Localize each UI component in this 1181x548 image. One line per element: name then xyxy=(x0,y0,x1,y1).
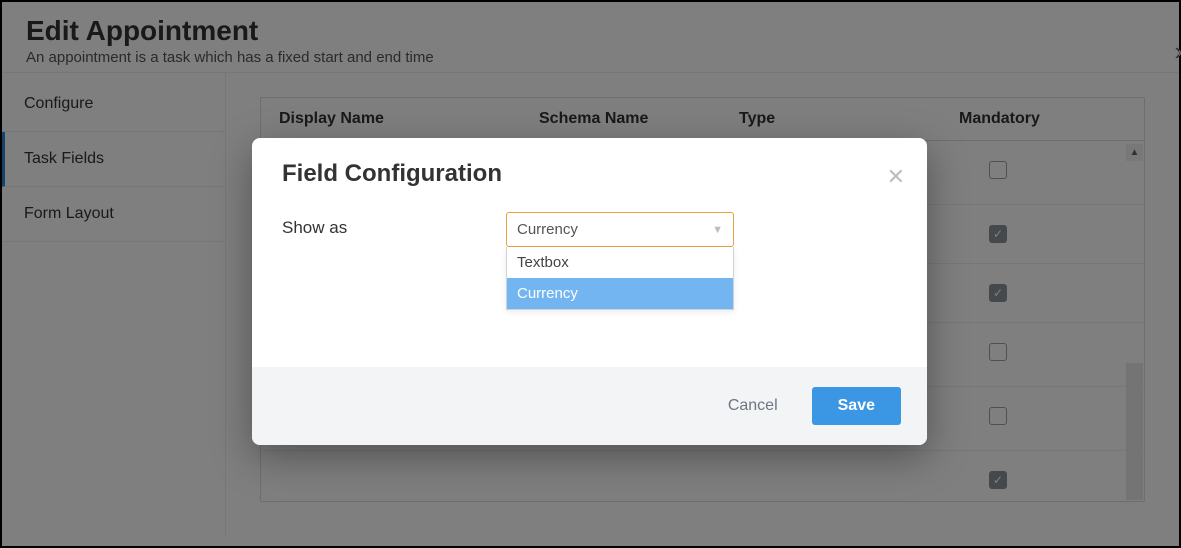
select-option[interactable]: Currency xyxy=(507,278,733,309)
show-as-select[interactable]: Currency ▼ TextboxCurrency xyxy=(506,212,734,247)
cancel-button[interactable]: Cancel xyxy=(722,396,784,416)
chevron-down-icon: ▼ xyxy=(712,224,723,236)
save-button[interactable]: Save xyxy=(812,387,901,425)
select-option[interactable]: Textbox xyxy=(507,247,733,278)
modal-title: Field Configuration xyxy=(282,160,897,188)
modal-footer: Cancel Save xyxy=(252,367,927,445)
close-icon[interactable]: ✕ xyxy=(887,164,905,190)
show-as-label: Show as xyxy=(282,212,470,247)
modal-header: Field Configuration ✕ xyxy=(252,138,927,206)
field-config-modal: Field Configuration ✕ Show as Currency ▼… xyxy=(252,138,927,445)
select-options: TextboxCurrency xyxy=(506,247,734,310)
select-value: Currency xyxy=(517,221,578,238)
select-control[interactable]: Currency ▼ xyxy=(506,212,734,247)
